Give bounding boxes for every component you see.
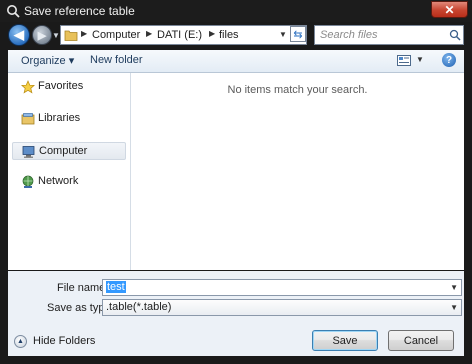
sidebar-item-libraries[interactable]: Libraries	[12, 110, 126, 128]
save-type-value: .table(*.table)	[106, 301, 172, 313]
sidebar-item-network[interactable]: Network	[12, 173, 126, 191]
sidebar-item-label: Network	[38, 175, 79, 187]
network-icon	[22, 175, 34, 188]
chevron-down-icon[interactable]: ▼	[450, 283, 458, 292]
file-name-value: test	[106, 281, 126, 293]
chevron-right-icon[interactable]: ▶	[146, 29, 152, 38]
computer-icon	[22, 146, 35, 158]
sidebar-item-label: Libraries	[38, 112, 81, 124]
browser-area: Favorites Libraries Computer Network No …	[8, 73, 464, 270]
chevron-down-icon[interactable]: ▼	[279, 30, 287, 39]
chevron-right-icon[interactable]: ▶	[81, 29, 87, 38]
save-type-select[interactable]: .table(*.table) ▼	[102, 299, 462, 316]
window-title: Save reference table	[24, 4, 135, 18]
folder-icon	[64, 30, 78, 41]
arrow-right-icon: ▶	[37, 29, 47, 42]
search-icon	[7, 5, 20, 18]
chevron-down-icon[interactable]: ▼	[450, 303, 458, 312]
breadcrumb-computer[interactable]: Computer	[92, 29, 140, 41]
close-icon: ✕	[444, 2, 455, 17]
views-dropdown-icon[interactable]: ▼	[416, 55, 424, 64]
refresh-button[interactable]: ⇆	[290, 26, 306, 42]
sidebar-item-label: Favorites	[38, 80, 84, 92]
save-dialog: Save reference table ✕ ◀ ▶ ▼ ▶ Computer …	[0, 0, 472, 364]
new-folder-button[interactable]: New folder	[90, 54, 143, 66]
magnifier-icon[interactable]	[449, 29, 461, 41]
file-name-label: File name:	[57, 282, 109, 294]
recent-locations-dropdown[interactable]: ▼	[52, 31, 60, 40]
back-button[interactable]: ◀	[8, 24, 30, 46]
navigation-pane: Favorites Libraries Computer Network	[8, 73, 131, 270]
title-bar[interactable]: Save reference table ✕	[0, 0, 472, 22]
breadcrumb-drive[interactable]: DATI (E:)	[157, 29, 202, 41]
refresh-icon: ⇆	[293, 28, 303, 41]
file-name-field[interactable]: test ▼	[102, 279, 462, 296]
file-list[interactable]: No items match your search.	[131, 73, 464, 270]
navigation-bar: ◀ ▶ ▼ ▶ Computer ▶ DATI (E:) ▶ files ▼ ⇆…	[0, 22, 472, 48]
breadcrumb-files[interactable]: files	[219, 29, 239, 41]
sidebar-item-label: Computer	[39, 145, 88, 157]
libraries-icon	[21, 113, 35, 125]
address-bar[interactable]: ▶ Computer ▶ DATI (E:) ▶ files ▼	[60, 25, 307, 45]
help-icon[interactable]: ?	[442, 53, 456, 67]
save-button[interactable]: Save	[312, 330, 378, 351]
search-input[interactable]: Search files	[314, 25, 464, 45]
chevron-up-icon: ▲	[14, 335, 27, 348]
cancel-button[interactable]: Cancel	[388, 330, 454, 351]
chevron-right-icon[interactable]: ▶	[209, 29, 215, 38]
sidebar-item-computer[interactable]: Computer	[12, 142, 126, 160]
arrow-left-icon: ◀	[14, 27, 24, 42]
forward-button[interactable]: ▶	[32, 25, 52, 45]
sidebar-item-favorites[interactable]: Favorites	[12, 78, 126, 96]
star-icon	[21, 80, 35, 94]
views-icon[interactable]	[397, 55, 411, 66]
save-options-panel: File name: test ▼ Save as type: .table(*…	[8, 271, 464, 356]
close-button[interactable]: ✕	[431, 1, 468, 18]
command-bar: Organize ▾ New folder ▼ ?	[8, 50, 464, 73]
empty-message: No items match your search.	[227, 84, 368, 96]
search-placeholder: Search files	[320, 29, 378, 41]
organize-menu[interactable]: Organize ▾	[21, 54, 74, 67]
hide-folders-label: Hide Folders	[33, 335, 96, 347]
